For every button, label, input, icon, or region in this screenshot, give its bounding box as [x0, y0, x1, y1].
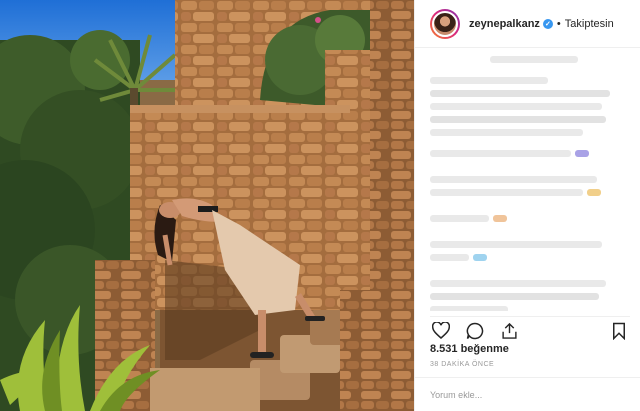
username-text: zeynepalkanz	[469, 17, 540, 30]
comment-placeholder	[430, 254, 470, 261]
comment-placeholder	[430, 241, 603, 248]
heart-icon[interactable]	[430, 320, 452, 342]
avatar[interactable]	[430, 8, 460, 39]
likes-count[interactable]: 8.531 beğenme	[430, 343, 509, 355]
post-timestamp: 38 DAKİKA ÖNCE	[430, 361, 495, 368]
comment-placeholder	[430, 215, 489, 222]
comment-form	[415, 377, 640, 411]
post-photo-image	[0, 0, 414, 411]
share-icon[interactable]	[498, 320, 520, 342]
comment-placeholder	[430, 129, 583, 136]
comment-placeholder	[430, 280, 607, 287]
comment-icon[interactable]	[464, 320, 486, 342]
comment-placeholder	[430, 90, 611, 97]
action-bar	[430, 316, 630, 340]
post-photo[interactable]	[0, 0, 414, 411]
username-link[interactable]: zeynepalkanz ✓	[469, 18, 553, 30]
follow-status-button[interactable]: Takiptesin	[565, 18, 614, 30]
comment-placeholder	[430, 77, 548, 84]
comment-placeholder	[430, 306, 509, 311]
bookmark-icon[interactable]	[608, 320, 630, 342]
comment-placeholder	[430, 176, 597, 183]
emoji-placeholder	[586, 189, 601, 196]
post-header: zeynepalkanz ✓ • Takiptesin	[415, 0, 640, 48]
avatar-image	[432, 10, 458, 37]
comment-placeholder	[430, 189, 583, 196]
emoji-placeholder	[473, 254, 488, 261]
comment-input[interactable]	[430, 389, 570, 400]
emoji-placeholder	[575, 150, 590, 157]
post-side-panel: zeynepalkanz ✓ • Takiptesin 8.531 beğenm…	[414, 0, 640, 411]
comment-placeholder	[430, 293, 599, 300]
comment-placeholder	[430, 150, 572, 157]
comment-placeholder	[430, 116, 607, 123]
emoji-placeholder	[492, 215, 507, 222]
verified-badge-icon: ✓	[542, 18, 553, 29]
comment-placeholder	[430, 103, 603, 110]
comments-list[interactable]	[415, 56, 640, 311]
comment-placeholder	[490, 56, 579, 63]
separator-dot: •	[556, 17, 561, 30]
